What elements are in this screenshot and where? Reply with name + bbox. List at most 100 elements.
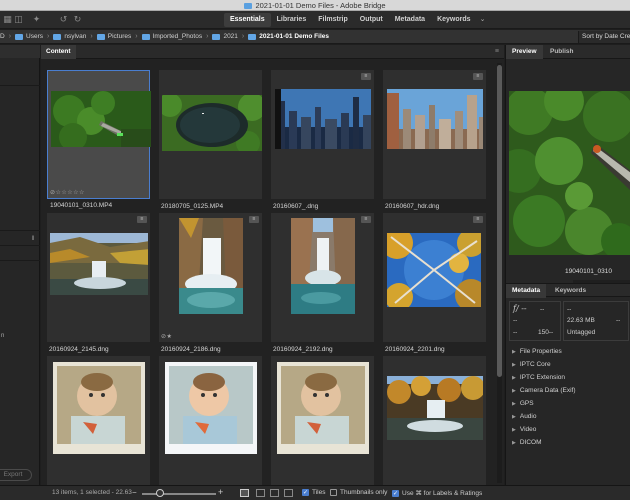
- thumbnail-image[interactable]: [275, 89, 371, 149]
- metadata-section[interactable]: ▶ Video: [506, 423, 630, 436]
- view-details-icon[interactable]: [270, 489, 279, 497]
- metadata-section[interactable]: ▶ File Properties: [506, 345, 630, 358]
- thumbnail-tile[interactable]: ≡ 20160607_.dng: [271, 70, 374, 210]
- export-button[interactable]: Export: [0, 469, 32, 481]
- thumbnail-tile[interactable]: ≡ 20160924_2145.dng: [47, 213, 150, 353]
- zoom-out-icon[interactable]: −: [132, 488, 137, 497]
- redo-icon[interactable]: ↻: [72, 14, 83, 25]
- folder-icon: [141, 33, 150, 40]
- breadcrumb-item-imported-photos[interactable]: Imported_Photos ›: [141, 33, 213, 40]
- thumbnail-image[interactable]: [53, 362, 145, 454]
- folder-icon: [15, 33, 24, 40]
- thumbnail-tile[interactable]: ≡ ⊘★ 20160924_2186.dng: [159, 213, 262, 353]
- window-titlebar: 2021-01-01 Demo Files - Adobe Bridge: [0, 0, 630, 11]
- tiles-checkbox[interactable]: ✓ Tiles: [302, 489, 325, 496]
- panel-menu-icon[interactable]: ≡: [495, 48, 499, 55]
- thumbnail-tile[interactable]: 20161101_001-Edit.tif: [159, 356, 262, 496]
- camera-icon[interactable]: ◫: [13, 14, 24, 25]
- breadcrumb-item-user[interactable]: nsylvan ›: [53, 33, 96, 40]
- workspace-output[interactable]: Output: [354, 13, 389, 27]
- thumbnail-tile[interactable]: ≡ 20160607_hdr.dng: [383, 70, 486, 210]
- tab-content[interactable]: Content: [41, 45, 76, 59]
- view-list-icon[interactable]: [284, 489, 293, 497]
- content-header: Content ≡: [41, 45, 504, 59]
- metadata-value: --: [513, 317, 518, 324]
- metadata-summary: f/ -- -- -- -- 150-- -- 22.63 MB -- Unta…: [509, 301, 629, 341]
- workspace-keywords[interactable]: Keywords: [431, 13, 476, 27]
- breadcrumb-item-drive[interactable]: D ›: [0, 33, 15, 40]
- thumbnail-tile[interactable]: ⊘☆☆☆☆☆ 19040101_0310.MP4: [47, 70, 151, 209]
- metadata-section[interactable]: ▶ GPS: [506, 397, 630, 410]
- thumbnail-tile[interactable]: 20161101_001.tif: [271, 356, 374, 496]
- disclosure-triangle-icon[interactable]: ▶: [512, 375, 516, 381]
- thumbnail-tile[interactable]: ≡ 20160924_2192.dng: [271, 213, 374, 353]
- disclosure-triangle-icon[interactable]: ▶: [512, 401, 516, 407]
- window-title: 2021-01-01 Demo Files - Adobe Bridge: [0, 1, 630, 10]
- tab-keywords[interactable]: Keywords: [549, 284, 592, 298]
- view-grid-lock-icon[interactable]: [240, 489, 249, 497]
- scrollbar-thumb[interactable]: [497, 65, 502, 377]
- view-thumbnails-icon[interactable]: [256, 489, 265, 497]
- refine-icon[interactable]: ✦: [31, 14, 42, 25]
- thumbnail-size-slider[interactable]: [142, 493, 216, 495]
- undo-icon[interactable]: ↺: [58, 14, 69, 25]
- stack-badge-icon[interactable]: ≡: [473, 216, 483, 223]
- thumbnail-tile[interactable]: ≡ 20160924_2201.dng: [383, 213, 486, 353]
- thumbnail-image[interactable]: [387, 376, 483, 440]
- thumbnail-image[interactable]: [50, 233, 148, 295]
- disclosure-triangle-icon[interactable]: ▶: [512, 388, 516, 394]
- chevron-down-icon[interactable]: ⌄: [477, 13, 489, 27]
- rating-stars[interactable]: ⊘☆☆☆☆☆: [50, 189, 85, 196]
- metadata-section-label: GPS: [519, 400, 534, 407]
- stack-badge-icon[interactable]: ≡: [249, 216, 259, 223]
- sort-dropdown[interactable]: Sort by Date Crea: [578, 31, 630, 43]
- stack-badge-icon[interactable]: ≡: [473, 73, 483, 80]
- rating-stars[interactable]: ⊘★: [161, 333, 172, 340]
- thumbnail-image[interactable]: [387, 89, 483, 149]
- workspace-filmstrip[interactable]: Filmstrip: [312, 13, 354, 27]
- workspace-libraries[interactable]: Libraries: [271, 13, 313, 27]
- metadata-section[interactable]: ▶ DICOM: [506, 436, 630, 449]
- zoom-in-icon[interactable]: +: [218, 487, 223, 497]
- toolbar-grid-icon[interactable]: ▦: [2, 14, 13, 25]
- thumbnail-image[interactable]: [277, 362, 369, 454]
- tab-metadata[interactable]: Metadata: [506, 284, 547, 298]
- disclosure-triangle-icon[interactable]: ▶: [512, 414, 516, 420]
- thumbnail-tile[interactable]: 20161101_001-Edit.psd: [47, 356, 150, 496]
- thumbnail-filename: 20160924_2186.dng: [161, 346, 221, 353]
- thumbnail-image[interactable]: [51, 91, 151, 147]
- stack-badge-icon[interactable]: ≡: [361, 216, 371, 223]
- workspace-metadata[interactable]: Metadata: [389, 13, 431, 27]
- thumbnail-image[interactable]: [165, 362, 257, 454]
- workspace-essentials[interactable]: Essentials: [224, 13, 271, 27]
- stack-badge-icon[interactable]: ≡: [137, 216, 147, 223]
- thumbnail-tile[interactable]: 20180705_0125.MP4: [159, 70, 262, 210]
- metadata-section[interactable]: ▶ IPTC Core: [506, 358, 630, 371]
- metadata-section[interactable]: ▶ Audio: [506, 410, 630, 423]
- tab-preview[interactable]: Preview: [506, 45, 543, 59]
- metadata-section[interactable]: ▶ Camera Data (Exif): [506, 384, 630, 397]
- thumbnail-image[interactable]: [162, 95, 262, 151]
- breadcrumb-item-pictures[interactable]: Pictures ›: [96, 33, 142, 40]
- thumbnails-only-checkbox[interactable]: Thumbnails only: [330, 489, 387, 496]
- slider-knob[interactable]: [156, 489, 164, 497]
- breadcrumb-item-2021[interactable]: 2021 ›: [212, 33, 248, 40]
- metadata-section-label: IPTC Core: [519, 361, 551, 368]
- thumbnail-image[interactable]: [291, 218, 355, 314]
- disclosure-triangle-icon[interactable]: ▶: [512, 427, 516, 433]
- breadcrumb-item-current[interactable]: 2021-01-01 Demo Files: [248, 33, 329, 40]
- breadcrumb-item-users[interactable]: Users ›: [15, 33, 53, 40]
- content-scrollbar[interactable]: [497, 63, 502, 483]
- disclosure-triangle-icon[interactable]: ▶: [512, 440, 516, 446]
- labels-ratings-checkbox[interactable]: ✓ Use ⌘ for Labels & Ratings: [392, 489, 482, 497]
- stack-badge-icon[interactable]: ≡: [361, 73, 371, 80]
- thumbnail-image[interactable]: [179, 218, 243, 314]
- thumbnail-tile[interactable]: 20180224_3163.JPG: [383, 356, 486, 496]
- thumbnail-image[interactable]: [387, 233, 481, 307]
- app-toolbar: ▦ ◫ ✦ ↺ ↻ Essentials Libraries Filmstrip…: [0, 11, 630, 29]
- disclosure-triangle-icon[interactable]: ▶: [512, 349, 516, 355]
- tab-publish[interactable]: Publish: [544, 45, 579, 59]
- metadata-section[interactable]: ▶ IPTC Extension: [506, 371, 630, 384]
- left-panel: ‖ n Export: [0, 45, 40, 485]
- disclosure-triangle-icon[interactable]: ▶: [512, 362, 516, 368]
